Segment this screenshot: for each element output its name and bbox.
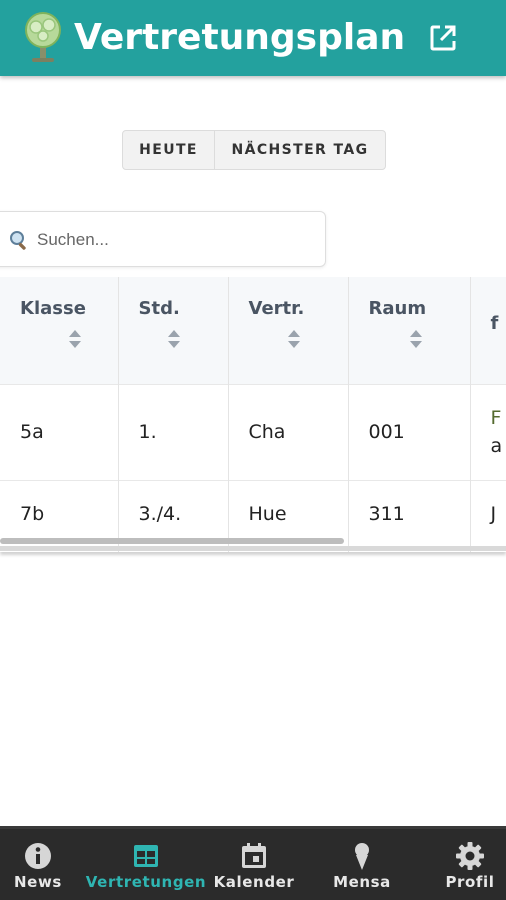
day-toggle: HEUTE NÄCHSTER TAG — [122, 130, 386, 170]
search-box — [0, 211, 326, 267]
cell-extra: J — [470, 480, 506, 552]
column-header-klasse[interactable]: Klasse — [0, 277, 119, 384]
nav-item-kalender[interactable]: Kalender — [214, 829, 294, 900]
info-icon — [25, 843, 51, 869]
bottom-navigation: News Vertretungen Kalender Mensa Profil — [0, 826, 506, 900]
tree-logo-icon — [25, 12, 61, 62]
table-header-row: Klasse Std. Vertr. Raum f — [0, 277, 506, 384]
next-day-button[interactable]: NÄCHSTER TAG — [215, 131, 385, 169]
nav-label: Mensa — [333, 873, 391, 891]
nav-label: Profil — [445, 873, 495, 891]
cell-raum: 311 — [348, 480, 471, 552]
grid-table-icon — [134, 845, 158, 867]
cell-raum: 001 — [348, 384, 471, 480]
column-label: Std. — [138, 297, 180, 319]
magnifier-icon — [10, 231, 26, 250]
substitution-table: Klasse Std. Vertr. Raum f 5a 1. Cha 001 … — [0, 277, 506, 552]
nav-label: Vertretungen — [85, 873, 207, 891]
calendar-icon — [242, 843, 266, 868]
table-row[interactable]: 5a 1. Cha 001 F a — [0, 384, 506, 480]
sort-icon — [69, 329, 81, 348]
open-external-icon[interactable] — [427, 22, 459, 54]
column-label: Raum — [368, 297, 427, 319]
page-title: Vertretungsplan — [74, 17, 406, 58]
ice-cream-icon — [355, 843, 369, 870]
app-screen: Vertretungsplan HEUTE NÄCHSTER TAG Suche… — [0, 0, 506, 900]
cell-extra: F a — [470, 384, 506, 480]
nav-item-vertretungen[interactable]: Vertretungen — [85, 829, 207, 900]
sort-icon — [167, 329, 180, 348]
nav-item-mensa[interactable]: Mensa — [330, 829, 394, 900]
column-label: Klasse — [20, 297, 86, 319]
nav-item-news[interactable]: News — [8, 829, 68, 900]
search-input[interactable] — [37, 224, 307, 256]
cell-extra-line: a — [490, 435, 503, 457]
column-label: Vertr. — [248, 297, 305, 319]
cell-klasse: 5a — [0, 384, 119, 480]
cell-std: 1. — [118, 384, 229, 480]
app-header: Vertretungsplan — [0, 0, 506, 76]
cell-vertr: Cha — [228, 384, 349, 480]
today-button[interactable]: HEUTE — [123, 131, 215, 169]
column-label: f — [490, 312, 499, 334]
horizontal-scrollbar[interactable] — [0, 538, 344, 544]
nav-item-profil[interactable]: Profil — [440, 829, 500, 900]
gear-icon — [456, 842, 484, 870]
column-header-vertr[interactable]: Vertr. — [228, 277, 349, 384]
column-header-std[interactable]: Std. — [118, 277, 229, 384]
cell-extra-line: F — [490, 407, 502, 429]
sort-icon — [287, 329, 300, 348]
nav-label: Kalender — [213, 873, 295, 891]
column-header-raum[interactable]: Raum — [348, 277, 471, 384]
scrollbar-track — [0, 546, 506, 551]
nav-label: News — [14, 873, 62, 891]
column-header-extra[interactable]: f — [470, 277, 506, 384]
sort-icon — [409, 329, 422, 348]
